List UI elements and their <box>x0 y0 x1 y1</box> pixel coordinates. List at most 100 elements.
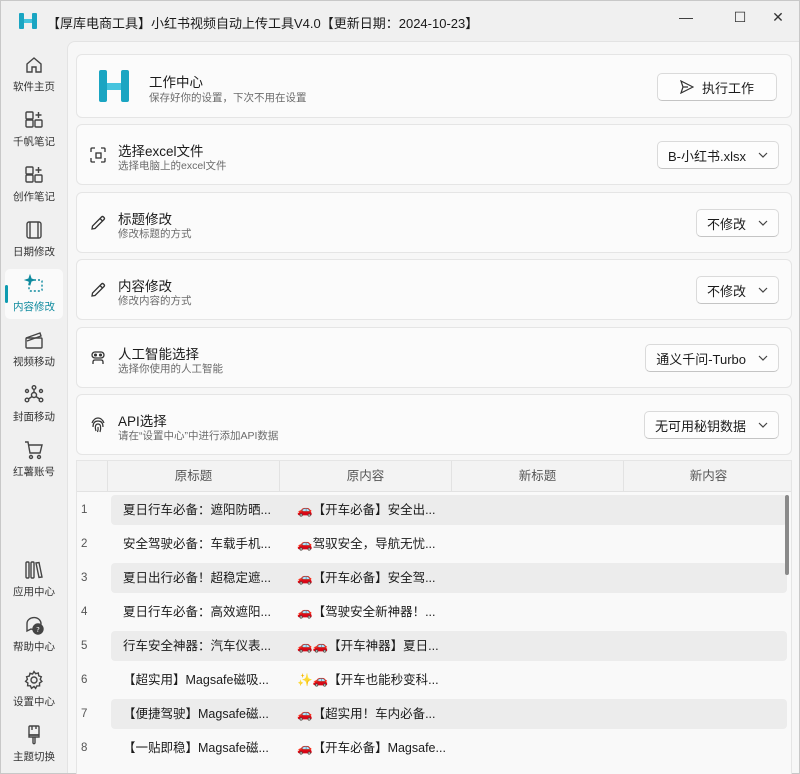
row-number: 5 <box>81 640 88 652</box>
table-row[interactable]: 2 安全驾驶必备：车载手机... 🚗驾驭安全，导航无忧... <box>77 527 791 561</box>
minimize-button[interactable]: — <box>663 1 709 33</box>
grid-plus-icon <box>25 166 43 183</box>
content-modify-dropdown[interactable]: 不修改 <box>695 276 779 304</box>
setting-subtitle: 修改标题的方式 <box>118 228 192 240</box>
close-icon: ✕ <box>772 8 784 25</box>
cell-original-title: 夏日出行必备！超稳定遮... <box>123 571 271 585</box>
dropdown-value: B-小红书.xlsx <box>667 148 746 164</box>
content-modify-card: 内容修改 修改内容的方式 不修改 <box>76 259 792 320</box>
table-row[interactable]: 6 【超实用】Magsafe磁吸... ✨🚗【开车也能秒变科... <box>77 663 791 697</box>
run-work-button[interactable]: 执行工作 <box>657 73 777 101</box>
row-number: 2 <box>81 538 88 550</box>
row-number: 8 <box>81 742 88 754</box>
brush-icon <box>28 725 40 745</box>
cell-original-content: 🚗【开车必备】安全出... <box>297 503 436 517</box>
ai-select-card: 人工智能选择 选择你使用的人工智能 通义千问-Turbo <box>76 327 792 388</box>
dropdown-value: 不修改 <box>706 283 746 299</box>
cell-original-content: 🚗🚗【开车神器】夏日... <box>297 639 439 653</box>
cell-original-content: 🚗【开车必备】Magsafe... <box>297 741 446 755</box>
dropdown-value: 无可用秘钥数据 <box>654 418 746 434</box>
sidebar-item-label: 应用中心 <box>13 586 55 598</box>
column-header-original-content[interactable]: 原内容 <box>279 461 451 492</box>
sidebar-item-label: 主题切换 <box>13 751 55 763</box>
row-number: 7 <box>81 708 88 720</box>
data-table: 原标题 原内容 新标题 新内容 1 夏日行车必备：遮阳防晒... 🚗【开车必备】… <box>76 460 792 774</box>
api-key-dropdown[interactable]: 无可用秘钥数据 <box>643 411 779 439</box>
page-title: 工作中心 <box>149 75 203 90</box>
sidebar-item-content-edit[interactable]: 内容修改 <box>5 269 63 319</box>
setting-subtitle: 请在“设置中心”中进行添加API数据 <box>118 430 279 442</box>
row-number: 3 <box>81 572 88 584</box>
sidebar-item-label: 日期修改 <box>13 246 55 258</box>
setting-title: 标题修改 <box>118 212 172 227</box>
sidebar-item-creation-notes[interactable]: 创作笔记 <box>5 159 63 209</box>
cell-original-title: 【超实用】Magsafe磁吸... <box>123 673 269 687</box>
excel-file-card: 选择excel文件 选择电脑上的excel文件 B-小红书.xlsx <box>76 124 792 185</box>
pencil-icon <box>91 282 106 297</box>
cell-original-content: ✨🚗【开车也能秒变科... <box>297 673 439 687</box>
row-number: 4 <box>81 606 88 618</box>
sparkle-select-icon <box>23 274 43 292</box>
table-row[interactable]: 8 【一贴即稳】Magsafe磁... 🚗【开车必备】Magsafe... <box>77 731 791 765</box>
sidebar-item-label: 封面移动 <box>13 411 55 423</box>
cart-icon <box>25 441 43 460</box>
gear-icon <box>24 670 43 690</box>
work-center-card: 工作中心 保存好你的设置，下次不用在设置 执行工作 <box>76 54 792 118</box>
sidebar-item-qianfan-notes[interactable]: 千帆笔记 <box>5 104 63 154</box>
table-row[interactable]: 4 夏日行车必备：高效遮阳... 🚗【驾驶安全新神器！... <box>77 595 791 629</box>
app-window: 【厚库电商工具】小红书视频自动上传工具V4.0【更新日期：2024-10-23】… <box>0 0 800 774</box>
column-header-original-title[interactable]: 原标题 <box>107 461 279 492</box>
table-row[interactable]: 5 行车安全神器：汽车仪表... 🚗🚗【开车神器】夏日... <box>77 629 791 663</box>
sidebar-item-home[interactable]: 软件主页 <box>5 49 63 99</box>
cell-original-title: 行车安全神器：汽车仪表... <box>123 639 271 653</box>
setting-subtitle: 修改内容的方式 <box>118 295 192 307</box>
title-modify-card: 标题修改 修改标题的方式 不修改 <box>76 192 792 253</box>
clapper-icon <box>25 332 43 349</box>
column-header-new-title[interactable]: 新标题 <box>451 461 623 492</box>
sidebar-item-label: 千帆笔记 <box>13 136 55 148</box>
title-modify-dropdown[interactable]: 不修改 <box>695 209 779 237</box>
help-chat-icon: ? <box>26 616 44 635</box>
nodes-icon <box>24 385 44 403</box>
cell-original-content: 🚗驾驭安全，导航无忧... <box>297 537 436 551</box>
send-icon <box>680 80 694 94</box>
row-number: 1 <box>81 504 88 516</box>
sidebar-item-settings-center[interactable]: 设置中心 <box>5 664 63 714</box>
sidebar-item-label: 内容修改 <box>13 301 55 313</box>
column-header-new-content[interactable]: 新内容 <box>623 461 791 492</box>
setting-title: API选择 <box>118 414 167 429</box>
main-content: 工作中心 保存好你的设置，下次不用在设置 执行工作 选择excel文件 选择电脑… <box>67 41 799 774</box>
sidebar-item-date-edit[interactable]: 日期修改 <box>5 214 63 264</box>
excel-file-dropdown[interactable]: B-小红书.xlsx <box>656 141 779 169</box>
sidebar-item-label: 软件主页 <box>13 81 55 93</box>
setting-subtitle: 选择你使用的人工智能 <box>118 363 223 375</box>
sidebar-nav: 软件主页 千帆笔记 创作笔记 日期修改 内容修改 视频移动 封面移动 红薯账号 <box>1 41 65 773</box>
table-row[interactable]: 1 夏日行车必备：遮阳防晒... 🚗【开车必备】安全出... <box>77 493 791 527</box>
ai-model-dropdown[interactable]: 通义千问-Turbo <box>645 344 779 372</box>
sidebar-item-video-move[interactable]: 视频移动 <box>5 324 63 374</box>
setting-title: 内容修改 <box>118 279 172 294</box>
cell-original-title: 夏日行车必备：高效遮阳... <box>123 605 271 619</box>
pencil-icon <box>91 215 106 230</box>
sidebar-item-theme-switch[interactable]: 主题切换 <box>5 719 63 769</box>
chevron-down-icon <box>758 422 768 428</box>
table-row[interactable]: 3 夏日出行必备！超稳定遮... 🚗【开车必备】安全驾... <box>77 561 791 595</box>
table-row[interactable]: 7 【便捷驾驶】Magsafe磁... 🚗【超实用！车内必备... <box>77 697 791 731</box>
fingerprint-icon <box>91 417 105 433</box>
sidebar-item-app-center[interactable]: 应用中心 <box>5 554 63 604</box>
dropdown-value: 通义千问-Turbo <box>656 351 746 367</box>
cell-original-title: 【一贴即稳】Magsafe磁... <box>123 741 269 755</box>
sidebar-item-xhs-account[interactable]: 红薯账号 <box>5 434 63 484</box>
close-button[interactable]: ✕ <box>755 1 800 33</box>
maximize-icon: ☐ <box>733 8 747 25</box>
library-icon <box>25 561 43 579</box>
sidebar-item-cover-move[interactable]: 封面移动 <box>5 379 63 429</box>
sidebar-item-help-center[interactable]: ? 帮助中心 <box>5 609 63 659</box>
chevron-down-icon <box>758 355 768 361</box>
table-scrollbar[interactable] <box>785 495 789 575</box>
cell-original-content: 🚗【驾驶安全新神器！... <box>297 605 436 619</box>
app-logo-icon <box>19 13 37 29</box>
dropdown-value: 不修改 <box>706 216 746 232</box>
row-number: 6 <box>81 674 88 686</box>
page-subtitle: 保存好你的设置，下次不用在设置 <box>149 92 307 104</box>
